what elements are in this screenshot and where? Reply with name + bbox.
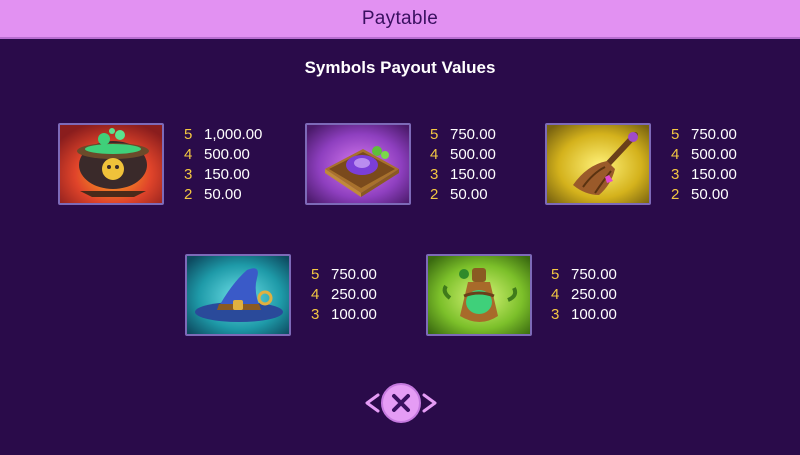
- payout-row: 4 500.00: [184, 146, 250, 163]
- page-title: Paytable: [361, 7, 439, 29]
- cauldron-icon: [58, 123, 164, 205]
- witch-hat-icon: [185, 254, 291, 336]
- paytable-navigation: [364, 382, 438, 424]
- close-icon: [392, 394, 410, 412]
- payout-row: 5 750.00: [430, 126, 496, 143]
- payout-row: 4 250.00: [311, 286, 377, 303]
- payout-row: 5 750.00: [671, 126, 737, 143]
- payout-row: 5 1,000.00: [184, 126, 263, 143]
- payout-row: 3 150.00: [430, 166, 496, 183]
- payout-row: 2 50.00: [671, 186, 729, 203]
- payout-row: 4 500.00: [671, 146, 737, 163]
- payout-row: 3 100.00: [311, 306, 377, 323]
- payout-row: 5 750.00: [311, 266, 377, 283]
- payout-row: 2 50.00: [430, 186, 488, 203]
- potion-bottle-icon: [426, 254, 532, 336]
- chevron-right-icon[interactable]: [422, 393, 438, 413]
- payout-row: 4 500.00: [430, 146, 496, 163]
- spellbook-icon: [305, 123, 411, 205]
- payout-row: 3 150.00: [671, 166, 737, 183]
- payout-row: 5 750.00: [551, 266, 617, 283]
- broomstick-icon: [545, 123, 651, 205]
- payout-row: 3 100.00: [551, 306, 617, 323]
- payout-row: 4 250.00: [551, 286, 617, 303]
- close-button[interactable]: [381, 383, 421, 423]
- payout-row: 3 150.00: [184, 166, 250, 183]
- payout-row: 2 50.00: [184, 186, 242, 203]
- section-title: Symbols Payout Values: [304, 58, 496, 77]
- paytable-header: Paytable: [0, 0, 800, 39]
- chevron-left-icon[interactable]: [364, 393, 380, 413]
